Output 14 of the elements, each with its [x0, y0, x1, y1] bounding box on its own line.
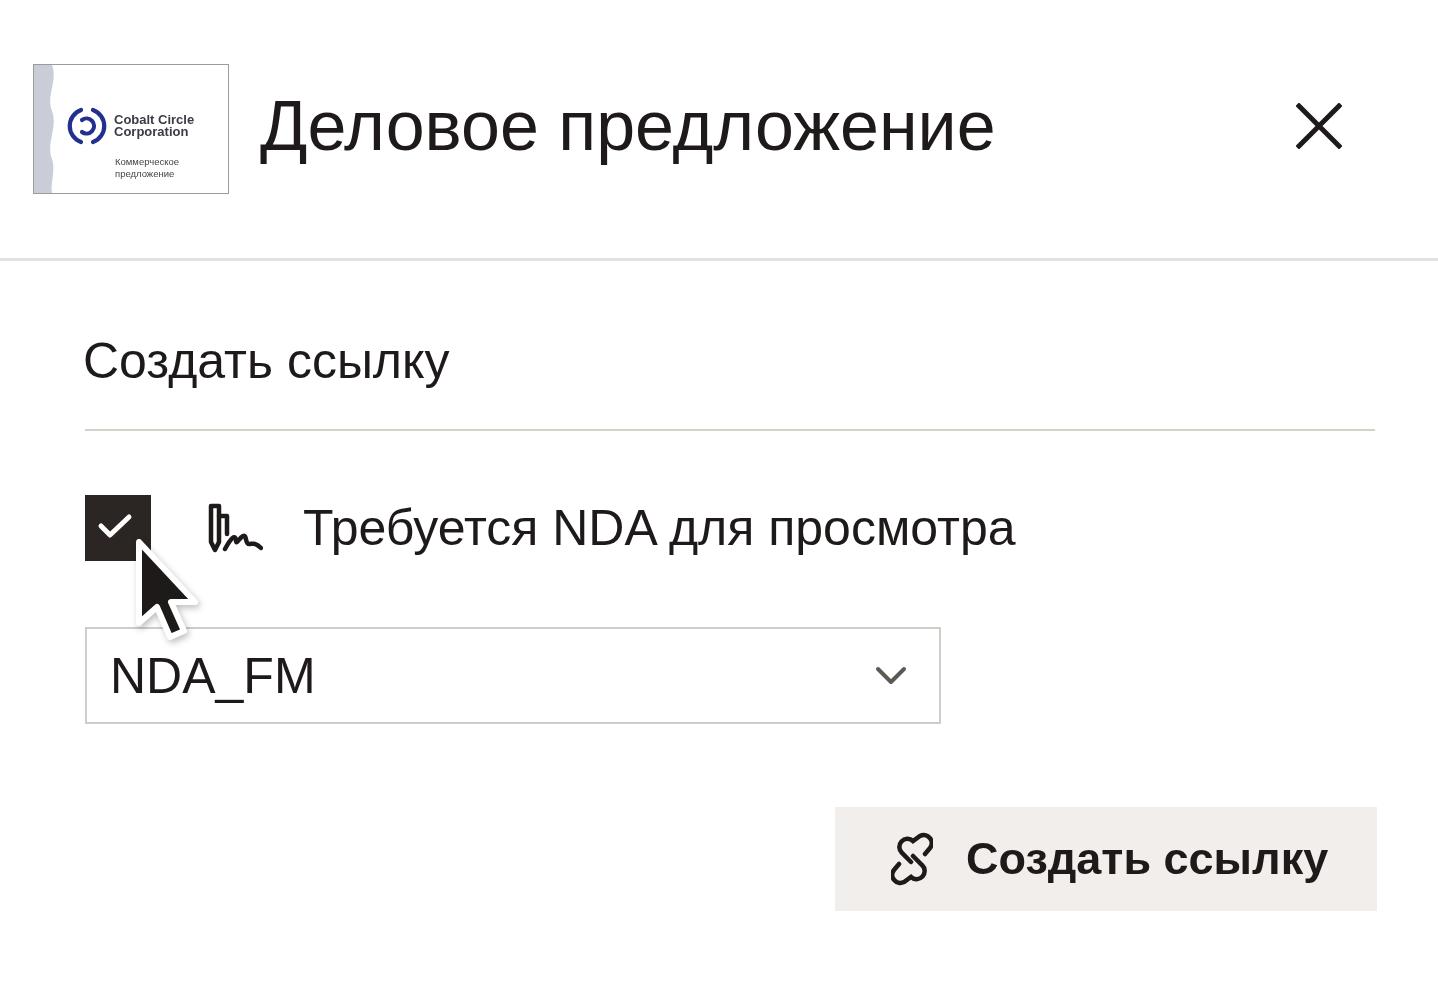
- close-button[interactable]: [1296, 103, 1342, 149]
- logo-icon: [67, 106, 107, 146]
- section-title: Создать ссылку: [83, 332, 450, 391]
- checkbox[interactable]: [85, 495, 151, 561]
- company-name: Cobalt Circle Corporation: [114, 114, 196, 138]
- checkbox-label: Требуется NDA для просмотра: [303, 499, 1016, 558]
- close-icon: [1296, 103, 1342, 149]
- dropdown[interactable]: NDA_FM: [85, 627, 941, 724]
- chevron-down-icon: [875, 665, 907, 686]
- document-caption: Коммерческое предложение: [115, 156, 181, 180]
- window-title: Деловое предложение: [260, 85, 997, 167]
- check-icon: [97, 512, 133, 540]
- link-icon: [891, 832, 933, 886]
- create-link-button[interactable]: Создать ссылку: [835, 807, 1377, 911]
